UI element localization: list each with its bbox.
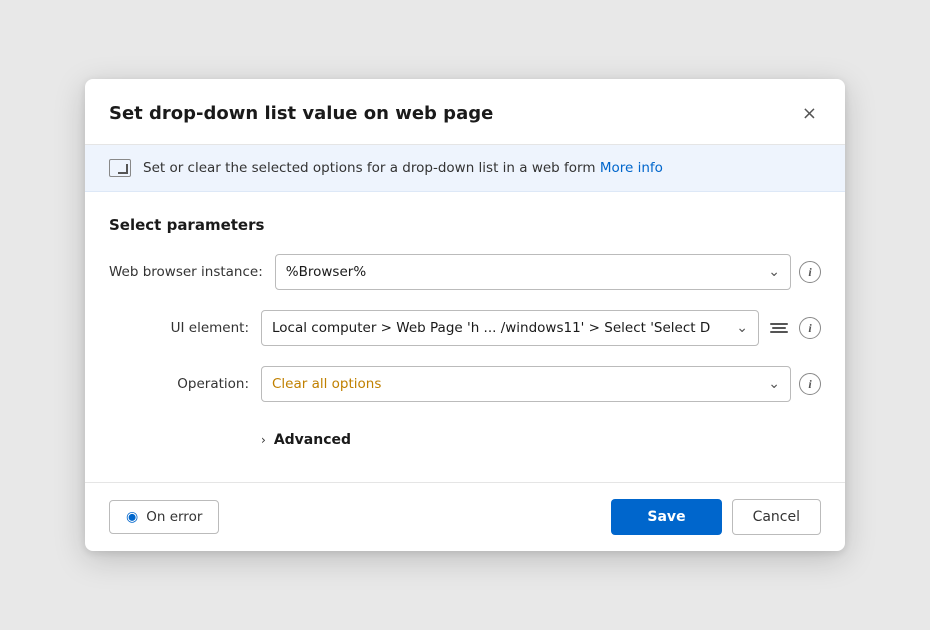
operation-label: Operation: [109, 376, 249, 392]
info-banner: Set or clear the selected options for a … [85, 145, 845, 192]
dialog-body: Select parameters Web browser instance: … [85, 192, 845, 474]
ui-element-dropdown[interactable]: Local computer > Web Page 'h ... /window… [261, 310, 759, 346]
operation-chevron-down-icon: ⌄ [768, 376, 780, 392]
section-title: Select parameters [109, 216, 821, 234]
operation-dropdown[interactable]: Clear all options ⌄ [261, 366, 791, 402]
operation-control-wrap: Clear all options ⌄ i [261, 366, 821, 402]
cancel-button[interactable]: Cancel [732, 499, 821, 535]
browser-instance-row: Web browser instance: %Browser% ⌄ i [109, 254, 821, 290]
operation-row: Operation: Clear all options ⌄ i [109, 366, 821, 402]
info-banner-text: Set or clear the selected options for a … [143, 160, 663, 176]
dialog-title: Set drop-down list value on web page [109, 103, 493, 124]
dropdown-icon [109, 159, 131, 177]
close-button[interactable]: × [798, 99, 821, 128]
ui-element-value: Local computer > Web Page 'h ... /window… [272, 320, 730, 336]
more-info-link[interactable]: More info [600, 160, 663, 176]
info-banner-description: Set or clear the selected options for a … [143, 160, 596, 176]
browser-instance-dropdown[interactable]: %Browser% ⌄ [275, 254, 791, 290]
ui-element-control-wrap: Local computer > Web Page 'h ... /window… [261, 310, 821, 346]
advanced-label: Advanced [274, 432, 351, 448]
on-error-label: On error [146, 509, 202, 525]
advanced-section[interactable]: › Advanced [261, 422, 821, 458]
shield-icon: ◉ [126, 509, 138, 525]
browser-instance-label: Web browser instance: [109, 264, 263, 280]
ui-element-info-icon[interactable]: i [799, 317, 821, 339]
layers-icon[interactable] [767, 316, 791, 340]
ui-element-chevron-down-icon: ⌄ [736, 320, 748, 336]
advanced-chevron-right-icon: › [261, 433, 266, 447]
dialog: Set drop-down list value on web page × S… [85, 79, 845, 551]
layers-line-top [770, 323, 788, 325]
ui-element-label: UI element: [109, 320, 249, 336]
save-button[interactable]: Save [611, 499, 721, 535]
footer-right: Save Cancel [611, 499, 821, 535]
browser-instance-info-icon[interactable]: i [799, 261, 821, 283]
dialog-header: Set drop-down list value on web page × [85, 79, 845, 145]
layers-line-mid [772, 327, 786, 329]
on-error-button[interactable]: ◉ On error [109, 500, 219, 534]
dialog-footer: ◉ On error Save Cancel [85, 482, 845, 551]
layers-line-bot [770, 331, 788, 333]
operation-info-icon[interactable]: i [799, 373, 821, 395]
browser-instance-chevron-down-icon: ⌄ [768, 264, 780, 280]
ui-element-row: UI element: Local computer > Web Page 'h… [109, 310, 821, 346]
operation-value: Clear all options [272, 376, 762, 392]
browser-instance-control-wrap: %Browser% ⌄ i [275, 254, 821, 290]
close-icon: × [802, 103, 817, 124]
browser-instance-value: %Browser% [286, 264, 762, 280]
